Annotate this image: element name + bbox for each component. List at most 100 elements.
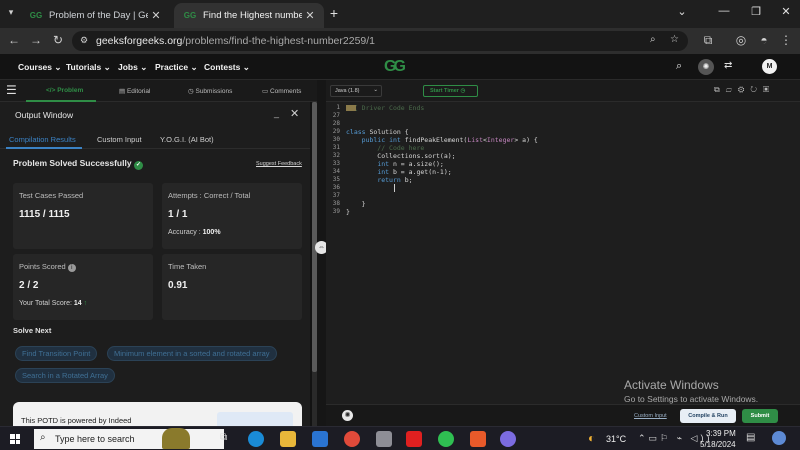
total-score: Your Total Score: 14 ↑	[19, 300, 88, 307]
whatsapp-icon[interactable]	[438, 431, 454, 447]
code-line: //{ Driver Code Ends	[346, 104, 425, 112]
settings-icon[interactable]: ⚙	[738, 85, 750, 94]
reload-icon[interactable]: ↻	[50, 33, 66, 47]
line-number: 29	[332, 128, 340, 135]
line-number: 27	[332, 112, 340, 119]
ai-assist-icon[interactable]: ✺	[342, 410, 353, 421]
zoom-icon[interactable]: ⌕	[650, 34, 656, 45]
widget-icon[interactable]	[772, 431, 786, 445]
code-line: // Code here	[346, 144, 425, 152]
notification-icon[interactable]: ▤	[746, 432, 755, 443]
tab-submissions[interactable]: ◷ Submissions	[188, 87, 232, 95]
bookmark-icon[interactable]: ▱	[726, 85, 738, 94]
subtab-yogi[interactable]: Y.O.G.I. (AI Bot)	[160, 135, 214, 144]
language-select[interactable]: Java (1.8) ⌄	[330, 85, 382, 97]
minimize-icon[interactable]: —	[714, 5, 734, 17]
temperature[interactable]: 31°C	[606, 434, 626, 444]
tab-list-icon[interactable]: ⌄	[672, 5, 692, 18]
solve-next-chip[interactable]: Minimum element in a sorted and rotated …	[107, 346, 277, 361]
text-cursor	[394, 184, 395, 192]
compile-run-button[interactable]: Compile & Run	[680, 409, 736, 423]
tab-title: Problem of the Day | GeeksforG	[49, 10, 148, 21]
suggest-feedback-link[interactable]: Suggest Feedback	[256, 161, 302, 167]
taskbar-search[interactable]: ⌕ Type here to search	[34, 428, 224, 449]
copy-icon[interactable]: ⧉	[714, 85, 726, 94]
close-icon[interactable]: ✕	[148, 9, 164, 22]
copilot-icon[interactable]	[500, 431, 516, 447]
start-timer-button[interactable]: Start Timer ◷	[423, 85, 478, 97]
custom-input-link[interactable]: Custom Input	[634, 413, 667, 419]
nav-tutorials[interactable]: Tutorials ⌄	[66, 62, 111, 73]
output-window-title: Output Window	[15, 110, 74, 120]
solve-next-chip[interactable]: Search in a Rotated Array	[15, 368, 115, 383]
bookmark-star-icon[interactable]: ☆	[670, 34, 679, 45]
submit-button[interactable]: Submit	[742, 409, 778, 423]
forward-icon[interactable]: →	[28, 33, 44, 47]
clock-time[interactable]: 3:39 PM	[706, 429, 736, 438]
close-output-icon[interactable]: ✕	[290, 107, 299, 120]
nav-practice[interactable]: Practice ⌄	[155, 62, 198, 73]
tab-problem[interactable]: </> Problem	[46, 87, 83, 94]
mail-icon[interactable]	[312, 431, 328, 447]
avatar[interactable]: M	[762, 59, 777, 74]
close-window-icon[interactable]: ✕	[776, 5, 796, 18]
fold-marker-icon[interactable]	[346, 105, 356, 111]
tab-editorial[interactable]: ▤ Editorial	[119, 87, 150, 95]
incognito-icon[interactable]: ◓	[756, 33, 772, 47]
url-domain: geeksforgeeks.org	[96, 35, 183, 47]
tab-search-icon[interactable]: ▾	[4, 7, 18, 21]
youtube-icon[interactable]	[406, 431, 422, 447]
close-icon[interactable]: ✕	[302, 9, 318, 22]
chrome-icon[interactable]	[344, 431, 360, 447]
back-icon[interactable]: ←	[6, 33, 22, 47]
line-number: 33	[332, 160, 340, 167]
file-explorer-icon[interactable]	[280, 431, 296, 447]
clock-date[interactable]: 5/18/2024	[700, 440, 736, 449]
code-area[interactable]: 1 //{ Driver Code Ends 27 28 29 class Solutio…	[326, 102, 800, 392]
nav-jobs[interactable]: Jobs ⌄	[118, 62, 147, 73]
gfg-logo[interactable]: GG	[384, 58, 406, 76]
test-cases-card: Test Cases Passed 1115 / 1115	[13, 183, 153, 249]
weather-icon[interactable]: ◐	[588, 431, 595, 445]
gfg-favicon: GG	[29, 11, 43, 20]
tab-problem-of-day[interactable]: GG Problem of the Day | GeeksforG ✕	[20, 3, 170, 28]
search-icon[interactable]: ⌕	[676, 60, 682, 73]
code-line: int n = a.size();	[377, 160, 444, 168]
extensions-icon[interactable]: ⧉	[700, 33, 716, 48]
task-view-icon[interactable]: ⧉	[220, 432, 227, 443]
tab-comments[interactable]: ▭ Comments	[262, 87, 301, 95]
subtab-custom-input[interactable]: Custom Input	[97, 135, 142, 144]
code-line: return b;	[377, 176, 413, 184]
site-info-icon[interactable]: ⚙	[80, 35, 88, 46]
resize-handle[interactable]: ⇔	[315, 80, 328, 426]
reset-icon[interactable]: ↻	[750, 85, 763, 94]
nav-courses[interactable]: Courses ⌄	[18, 62, 62, 73]
line-number: 36	[332, 184, 340, 191]
points-label: Points Scored i	[19, 262, 76, 272]
new-tab-button[interactable]: +	[327, 5, 341, 21]
restore-icon[interactable]: ❐	[746, 5, 766, 18]
menu-icon[interactable]: ⋮	[778, 33, 794, 47]
windows-start-icon[interactable]	[10, 434, 20, 444]
line-number: 37	[332, 192, 340, 199]
solve-next-chip[interactable]: Find Transition Point	[15, 346, 98, 361]
info-icon[interactable]: i	[67, 264, 76, 272]
edge-icon[interactable]	[248, 431, 264, 447]
hamburger-icon[interactable]: ☰	[6, 83, 17, 97]
timer-icon: ◷	[460, 88, 466, 94]
translate-icon[interactable]: ⇄	[724, 60, 732, 71]
line-number: 31	[332, 144, 340, 151]
arrow-up-icon: ↑	[83, 300, 88, 307]
tab-highest-number[interactable]: GG Find the Highest number | Prac ✕	[174, 3, 324, 28]
address-bar[interactable]: ⚙ geeksforgeeks.org/problems/find-the-hi…	[72, 31, 688, 51]
camera-icon[interactable]	[376, 431, 392, 447]
minimize-output-icon[interactable]: _	[274, 108, 279, 118]
brave-icon[interactable]	[470, 431, 486, 447]
theme-toggle-icon[interactable]: ✺	[698, 59, 714, 75]
subtab-compilation-results[interactable]: Compilation Results	[9, 135, 76, 144]
potd-banner-button[interactable]	[217, 412, 293, 426]
fullscreen-icon[interactable]: ▣	[763, 85, 775, 94]
nav-contests[interactable]: Contests ⌄	[204, 62, 250, 73]
profile-sync-icon[interactable]: ◎	[733, 33, 749, 47]
windows-taskbar: ⌕ Type here to search ⧉ ◐ 31°C ⌃▭⚐ ⌁ ◁))…	[0, 426, 800, 450]
